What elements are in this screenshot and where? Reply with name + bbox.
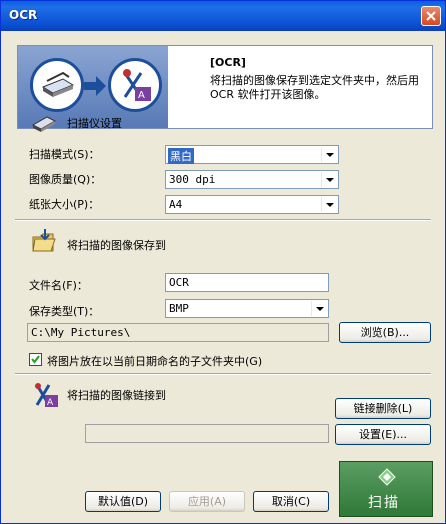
separator bbox=[15, 373, 431, 375]
scanner-settings-icon bbox=[31, 116, 57, 132]
save-section-heading: 将扫描的图像保存到 bbox=[67, 239, 166, 252]
svg-text:A: A bbox=[138, 90, 145, 101]
checkmark-icon bbox=[31, 355, 40, 364]
ocr-dialog-window: OCR A [OCR] 将扫描的图像保存到选定文件夹中，然后用 OCR 软件打开… bbox=[0, 0, 446, 524]
save-path-value: C:\My Pictures\ bbox=[31, 326, 131, 339]
save-type-value: BMP bbox=[169, 302, 189, 315]
link-application-icon: A bbox=[35, 383, 58, 408]
filename-input[interactable]: OCR bbox=[165, 273, 329, 292]
title-bar[interactable]: OCR bbox=[1, 1, 445, 31]
svg-text:A: A bbox=[47, 398, 54, 408]
save-type-label: 保存类型(T)： bbox=[29, 305, 100, 318]
scanner-icon bbox=[30, 58, 84, 112]
link-target-field bbox=[85, 424, 329, 443]
scan-button-label: 扫描 bbox=[368, 495, 400, 511]
banner-description: 将扫描的图像保存到选定文件夹中，然后用 OCR 软件打开该图像。 bbox=[210, 74, 419, 101]
scan-button[interactable]: 扫描 bbox=[339, 461, 433, 517]
banner-text-panel: [OCR] 将扫描的图像保存到选定文件夹中，然后用 OCR 软件打开该图像。 bbox=[168, 46, 432, 128]
ocr-software-icon: A bbox=[108, 58, 162, 112]
subfolder-label[interactable]: 将图片放在以当前日期命名的子文件夹中(G) bbox=[47, 353, 262, 369]
filename-label: 文件名(F)： bbox=[29, 279, 88, 292]
link-section-heading: 将扫描的图像链接到 bbox=[67, 389, 166, 402]
default-button[interactable]: 默认值(D) bbox=[85, 491, 161, 512]
apply-button[interactable]: 应用(A) bbox=[169, 491, 245, 512]
cancel-button[interactable]: 取消(C) bbox=[253, 491, 329, 512]
filename-value: OCR bbox=[169, 276, 189, 289]
close-icon bbox=[426, 11, 436, 21]
scan-mode-label: 扫描模式(S)： bbox=[29, 148, 100, 161]
link-settings-button[interactable]: 设置(E)... bbox=[335, 424, 431, 445]
save-type-select[interactable]: BMP bbox=[165, 299, 329, 318]
subfolder-checkbox[interactable] bbox=[29, 353, 42, 366]
save-folder-icon bbox=[32, 229, 56, 252]
scanner-settings-heading: 扫描仪设置 bbox=[67, 117, 122, 130]
separator bbox=[15, 219, 431, 221]
chevron-down-icon[interactable] bbox=[321, 147, 337, 162]
banner-title: [OCR] bbox=[210, 56, 246, 69]
image-quality-value: 300 dpi bbox=[169, 173, 216, 186]
window-title: OCR bbox=[9, 8, 38, 22]
close-button[interactable] bbox=[421, 6, 441, 26]
image-quality-select[interactable]: 300 dpi bbox=[165, 170, 339, 189]
unlink-button[interactable]: 链接删除(L) bbox=[335, 398, 431, 419]
scan-mode-select[interactable]: 黑白 bbox=[165, 145, 339, 164]
image-quality-label: 图像质量(Q)： bbox=[29, 173, 102, 186]
arrow-right-icon bbox=[84, 76, 106, 96]
scan-diamond-icon bbox=[378, 468, 396, 486]
save-path-field: C:\My Pictures\ bbox=[27, 323, 329, 342]
browse-button[interactable]: 浏览(B)... bbox=[339, 322, 431, 343]
paper-size-label: 纸张大小(P)： bbox=[29, 198, 100, 211]
chevron-down-icon[interactable] bbox=[321, 197, 337, 212]
paper-size-value: A4 bbox=[169, 198, 183, 211]
chevron-down-icon[interactable] bbox=[311, 301, 327, 316]
scan-mode-value: 黑白 bbox=[168, 148, 194, 164]
chevron-down-icon[interactable] bbox=[321, 172, 337, 187]
paper-size-select[interactable]: A4 bbox=[165, 195, 339, 214]
dialog-client-area: A [OCR] 将扫描的图像保存到选定文件夹中，然后用 OCR 软件打开该图像。… bbox=[5, 31, 441, 521]
